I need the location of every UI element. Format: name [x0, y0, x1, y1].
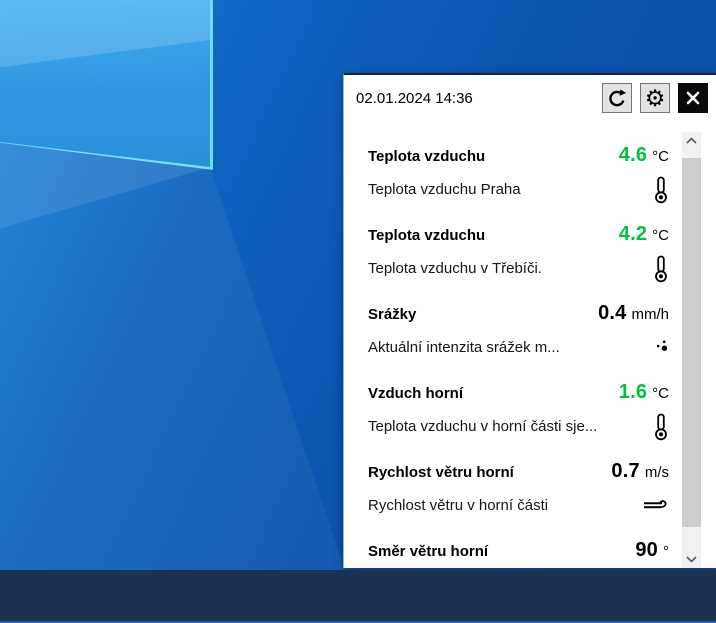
- weather-widget-window: 02.01.2024 14:36 ⚙: [343, 73, 716, 568]
- sensor-subtitle: Teplota vzduchu v horní části sje...: [368, 418, 597, 435]
- widget-header: 02.01.2024 14:36 ⚙: [344, 75, 716, 131]
- sensor-value: 1.6: [619, 381, 647, 404]
- sensor-reading: 0.7 m/s: [611, 460, 669, 483]
- sensor-unit: mm/h: [632, 306, 670, 323]
- sensor-title: Teplota vzduchu: [368, 227, 485, 244]
- sensor-value: 4.2: [619, 223, 647, 246]
- sensor-row[interactable]: Teplota vzduchu 4.2 °C Teplota vzduchu v…: [368, 223, 669, 288]
- sensor-row[interactable]: Vzduch horní 1.6 °C Teplota vzduchu v ho…: [368, 381, 669, 446]
- scroll-down-button[interactable]: [682, 551, 701, 568]
- sensor-subtitle: Teplota vzduchu v Třebíči.: [368, 260, 542, 277]
- sensor-title: Srážky: [368, 306, 416, 323]
- sensor-unit: °: [663, 543, 669, 560]
- wind-icon: [642, 495, 669, 517]
- chevron-down-icon: [686, 556, 697, 563]
- wallpaper-beam-faint: [0, 143, 345, 570]
- sensor-unit: °C: [652, 227, 669, 244]
- sensor-row[interactable]: Rychlost větru horní 0.7 m/s Rychlost vě…: [368, 460, 669, 517]
- sensor-reading: 90 °: [635, 539, 669, 562]
- sensor-row[interactable]: Teplota vzduchu 4.6 °C Teplota vzduchu P…: [368, 144, 669, 209]
- sensor-title: Vzduch horní: [368, 385, 463, 402]
- sensor-reading: 0.4 mm/h: [598, 302, 669, 325]
- sensor-value: 90: [635, 539, 658, 562]
- sensor-title: Teplota vzduchu: [368, 148, 485, 165]
- thermometer-icon: [653, 255, 669, 288]
- chevron-up-icon: [686, 137, 697, 144]
- sensor-reading: 4.2 °C: [619, 223, 669, 246]
- widget-header-buttons: ⚙: [602, 83, 708, 113]
- scrollbar-thumb[interactable]: [682, 158, 701, 527]
- desktop: 02.01.2024 14:36 ⚙: [0, 0, 716, 623]
- sensor-value: 0.7: [611, 460, 639, 483]
- sensor-title: Rychlost větru horní: [368, 464, 514, 481]
- sensor-subtitle: Aktuální intenzita srážek m...: [368, 339, 560, 356]
- sensor-unit: °C: [652, 148, 669, 165]
- taskbar: ENG 14:36 02.01.2024: [0, 570, 716, 623]
- sensor-reading: 1.6 °C: [619, 381, 669, 404]
- thermometer-icon: [653, 413, 669, 446]
- scrollbar[interactable]: [682, 132, 701, 568]
- thermometer-icon: [653, 176, 669, 209]
- sensor-value: 0.4: [598, 302, 626, 325]
- raindrops-icon: [655, 339, 669, 358]
- refresh-icon: [606, 87, 628, 109]
- sensor-row[interactable]: Srážky 0.4 mm/h Aktuální intenzita sráže…: [368, 302, 669, 358]
- sensor-row[interactable]: Směr větru horní 90 °: [368, 539, 669, 562]
- close-icon: [685, 90, 701, 106]
- scroll-up-button[interactable]: [682, 132, 701, 149]
- refresh-button[interactable]: [602, 83, 632, 113]
- sensor-subtitle: Rychlost větru v horní části: [368, 497, 548, 514]
- close-button[interactable]: [678, 83, 708, 113]
- sensor-unit: °C: [652, 385, 669, 402]
- sensor-title: Směr větru horní: [368, 543, 488, 560]
- sensor-subtitle: Teplota vzduchu Praha: [368, 181, 521, 198]
- widget-datetime: 02.01.2024 14:36: [356, 90, 473, 107]
- sensor-reading: 4.6 °C: [619, 144, 669, 167]
- gear-icon: ⚙: [645, 87, 666, 110]
- sensor-value: 4.6: [619, 144, 647, 167]
- sensor-unit: m/s: [645, 464, 669, 481]
- settings-button[interactable]: ⚙: [640, 83, 670, 113]
